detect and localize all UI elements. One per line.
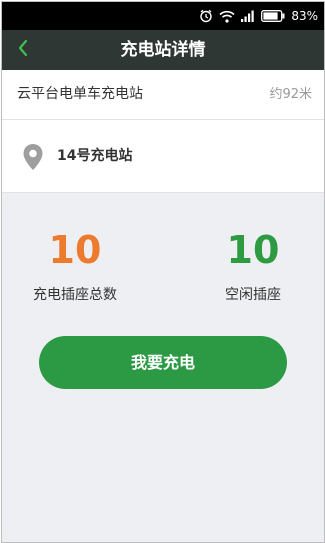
status-bar: 83%: [2, 2, 324, 30]
free-sockets-value: 10: [226, 228, 280, 272]
station-info-row: 云平台电单车充电站 约92米: [2, 70, 324, 120]
total-sockets-stat: 10 充电插座总数: [10, 224, 140, 304]
battery-percentage: 83%: [291, 9, 318, 23]
location-name: 14号充电站: [57, 148, 133, 164]
phone-screen: 83% 充电站详情 云平台电单车充电站 约92米 14号充电站 10 充电插座总…: [1, 1, 325, 543]
page-title: 充电站详情: [120, 40, 206, 60]
total-sockets-value: 10: [48, 228, 102, 272]
status-icons: 83%: [199, 7, 318, 25]
free-sockets-stat: 10 空闲插座: [188, 224, 318, 304]
nav-bar: 充电站详情: [2, 30, 324, 70]
signal-icon: [241, 10, 255, 22]
station-name: 云平台电单车充电站: [17, 86, 143, 102]
free-sockets-label: 空闲插座: [225, 287, 281, 303]
start-charging-button[interactable]: 我要充电: [39, 336, 287, 389]
location-row: 14号充电站: [2, 120, 324, 193]
alarm-icon: [199, 9, 213, 23]
location-pin-icon: [22, 143, 44, 171]
total-sockets-label: 充电插座总数: [33, 287, 117, 303]
wifi-icon: [219, 10, 235, 23]
station-distance: 约92米: [269, 87, 312, 102]
battery-icon: [261, 10, 285, 22]
